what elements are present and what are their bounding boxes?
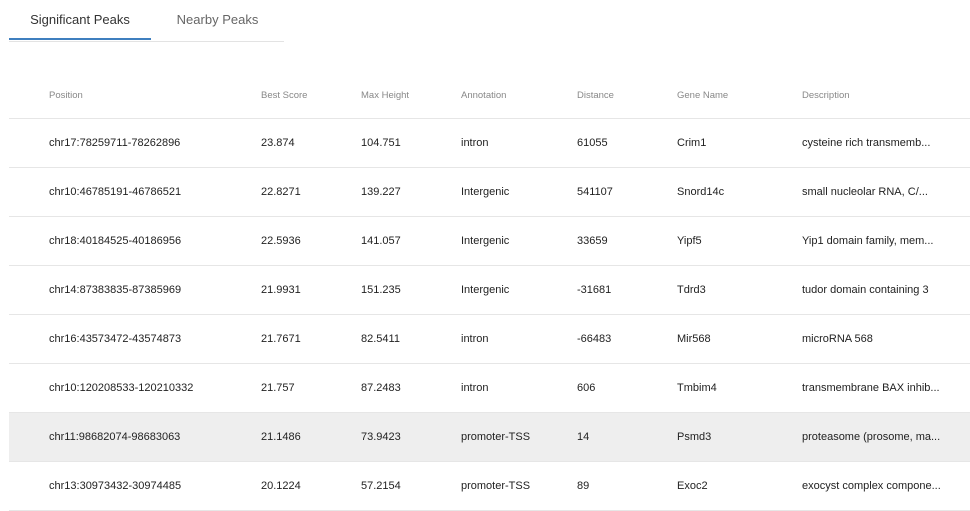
table-row[interactable]: chr18:40184525-40186956 22.5936 141.057 Int… (9, 217, 970, 266)
cell-description: tudor domain containing 3 (802, 284, 929, 296)
cell-distance: 606 (577, 382, 596, 394)
column-header-best-score[interactable]: Best Score (261, 72, 351, 118)
cell-gene-name: Mir568 (677, 333, 711, 345)
cell-annotation: intron (461, 382, 489, 394)
table-header-row: Position Best Score Max Height Annotatio… (9, 72, 970, 119)
cell-gene-name: Tdrd3 (677, 284, 706, 296)
table-row[interactable]: chr10:120208533-120210332 21.757 87.2483 in… (9, 364, 970, 413)
cell-distance: -66483 (577, 333, 612, 345)
cell-max-height: 139.227 (361, 186, 401, 198)
table-body: chr17:78259711-78262896 23.874 104.751 intr… (9, 119, 970, 511)
cell-best-score: 21.7671 (261, 333, 301, 345)
tab-significant-peaks[interactable]: Significant Peaks (9, 0, 151, 40)
cell-distance: 89 (577, 480, 590, 492)
cell-description: small nucleolar RNA, C/... (802, 186, 928, 198)
cell-description: cysteine rich transmemb... (802, 137, 931, 149)
cell-position: chr16:43573472-43574873 (49, 333, 182, 345)
cell-annotation: Intergenic (461, 186, 510, 198)
cell-max-height: 104.751 (361, 137, 401, 149)
cell-distance: 14 (577, 431, 590, 443)
cell-annotation: Intergenic (461, 235, 510, 247)
cell-best-score: 20.1224 (261, 480, 301, 492)
cell-annotation: intron (461, 137, 489, 149)
cell-gene-name: Snord14c (677, 186, 725, 198)
cell-annotation: promoter-TSS (461, 480, 531, 492)
cell-best-score: 22.8271 (261, 186, 301, 198)
cell-gene-name: Exoc2 (677, 480, 708, 492)
cell-max-height: 57.2154 (361, 480, 401, 492)
cell-description: Yip1 domain family, mem... (802, 235, 934, 247)
cell-position: chr18:40184525-40186956 (49, 235, 182, 247)
cell-gene-name: Crim1 (677, 137, 707, 149)
table-row[interactable]: chr11:98682074-98683063 21.1486 73.9423 pro… (9, 413, 970, 462)
cell-position: chr14:87383835-87385969 (49, 284, 182, 296)
column-header-description[interactable]: Description (802, 72, 947, 118)
cell-distance: -31681 (577, 284, 612, 296)
column-header-position[interactable]: Position (49, 72, 249, 118)
cell-position: chr13:30973432-30974485 (49, 480, 182, 492)
column-header-max-height[interactable]: Max Height (361, 72, 451, 118)
column-header-distance[interactable]: Distance (577, 72, 672, 118)
cell-best-score: 21.1486 (261, 431, 301, 443)
table-row[interactable]: chr10:46785191-46786521 22.8271 139.227 Int… (9, 168, 970, 217)
column-header-annotation[interactable]: Annotation (461, 72, 571, 118)
cell-distance: 61055 (577, 137, 608, 149)
cell-gene-name: Tmbim4 (677, 382, 717, 394)
cell-annotation: intron (461, 333, 489, 345)
cell-distance: 33659 (577, 235, 608, 247)
table-row[interactable]: chr13:30973432-30974485 20.1224 57.2154 pro… (9, 462, 970, 511)
cell-description: exocyst complex compone... (802, 480, 941, 492)
cell-max-height: 82.5411 (361, 333, 400, 345)
column-header-gene-name[interactable]: Gene Name (677, 72, 792, 118)
cell-annotation: Intergenic (461, 284, 510, 296)
cell-description: proteasome (prosome, ma... (802, 431, 941, 443)
cell-position: chr17:78259711-78262896 (49, 137, 181, 149)
cell-max-height: 73.9423 (361, 431, 401, 443)
cell-best-score: 22.5936 (261, 235, 301, 247)
cell-gene-name: Psmd3 (677, 431, 712, 443)
cell-position: chr11:98682074-98683063 (49, 431, 181, 443)
cell-best-score: 23.874 (261, 137, 295, 149)
cell-max-height: 87.2483 (361, 382, 401, 394)
peaks-table: Position Best Score Max Height Annotatio… (9, 72, 970, 511)
table-row[interactable]: chr14:87383835-87385969 21.9931 151.235 Int… (9, 266, 970, 315)
cell-best-score: 21.9931 (261, 284, 301, 296)
cell-position: chr10:120208533-120210332 (49, 382, 194, 394)
cell-description: transmembrane BAX inhib... (802, 382, 940, 394)
cell-best-score: 21.757 (261, 382, 295, 394)
cell-description: microRNA 568 (802, 333, 873, 345)
cell-distance: 541107 (577, 186, 613, 198)
tab-nearby-peaks[interactable]: Nearby Peaks (151, 0, 284, 40)
peaks-tab-bar: Significant Peaks Nearby Peaks (9, 0, 284, 42)
cell-position: chr10:46785191-46786521 (49, 186, 182, 198)
cell-max-height: 151.235 (361, 284, 401, 296)
table-row[interactable]: chr16:43573472-43574873 21.7671 82.5411 int… (9, 315, 970, 364)
cell-annotation: promoter-TSS (461, 431, 531, 443)
cell-gene-name: Yipf5 (677, 235, 702, 247)
table-row[interactable]: chr17:78259711-78262896 23.874 104.751 intr… (9, 119, 970, 168)
cell-max-height: 141.057 (361, 235, 401, 247)
